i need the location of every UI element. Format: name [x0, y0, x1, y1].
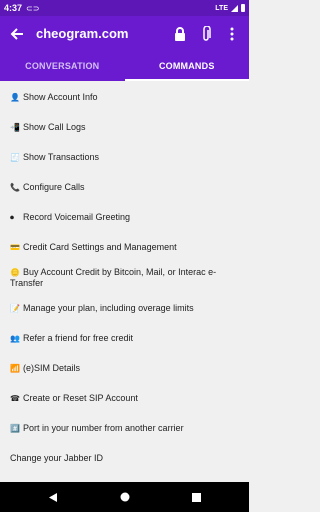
command-label: Port in your number from another carrier: [23, 423, 184, 433]
record-icon: ⏺: [10, 213, 14, 222]
command-item[interactable]: ☎ Create or Reset SIP Account: [10, 393, 242, 404]
command-label: Create or Reset SIP Account: [23, 393, 138, 403]
battery-icon: [241, 4, 245, 12]
phone-icon: 📞: [10, 183, 20, 192]
status-bar: 4:37 ⊂⊃ LTE: [0, 0, 249, 16]
memo-icon: 📝: [10, 304, 20, 313]
command-item[interactable]: #️⃣ Port in your number from another carr…: [10, 423, 242, 434]
overflow-menu-button[interactable]: [219, 16, 245, 51]
nav-home-icon: [120, 492, 129, 502]
nav-recents-icon: [192, 492, 201, 502]
more-vert-icon: [230, 27, 234, 40]
attach-button[interactable]: [193, 16, 219, 51]
nav-back-button[interactable]: [17, 482, 89, 512]
command-item[interactable]: 👤 Show Account Info: [10, 92, 242, 103]
telephone-icon: ☎: [10, 394, 20, 403]
link-icon: ⊂⊃: [26, 3, 40, 13]
paperclip-icon: [203, 25, 211, 41]
command-item[interactable]: 📶 (e)SIM Details: [10, 363, 242, 374]
command-item[interactable]: 🧾 Show Transactions: [10, 152, 242, 163]
tab-commands[interactable]: COMMANDS: [124, 51, 250, 81]
command-item[interactable]: 📞 Configure Calls: [10, 182, 242, 193]
command-label: Show Account Info: [23, 92, 98, 102]
command-item[interactable]: Change your Jabber ID: [10, 453, 242, 464]
command-label: Manage your plan, including overage limi…: [23, 303, 194, 313]
receipt-icon: 🧾: [10, 153, 20, 162]
coin-icon: 🪙: [10, 268, 20, 277]
toolbar-actions: [167, 16, 245, 51]
command-label: Credit Card Settings and Management: [23, 242, 177, 252]
page-title: cheogram.com: [36, 26, 129, 41]
account-icon: 👤: [10, 93, 20, 102]
command-label: Record Voicemail Greeting: [23, 212, 131, 222]
command-item[interactable]: 👥 Refer a friend for free credit: [10, 333, 242, 344]
system-nav-bar: [0, 482, 249, 512]
back-button[interactable]: [0, 16, 34, 51]
people-icon: 👥: [10, 334, 20, 343]
network-type: LTE: [215, 4, 228, 12]
status-time: 4:37: [4, 3, 23, 13]
encryption-button[interactable]: [167, 16, 193, 51]
nav-recents-button[interactable]: [161, 482, 233, 512]
tab-conversation[interactable]: CONVERSATION: [0, 51, 125, 81]
back-arrow-icon: [10, 27, 23, 40]
hash-icon: #️⃣: [10, 424, 20, 433]
signal-bars-icon: 📶: [10, 364, 20, 373]
command-label: Buy Account Credit by Bitcoin, Mail, or …: [10, 267, 217, 288]
command-item[interactable]: 💳 Credit Card Settings and Management: [10, 242, 242, 253]
signal-icon: [231, 4, 238, 12]
command-label: (e)SIM Details: [23, 363, 81, 373]
command-item[interactable]: 🪙 Buy Account Credit by Bitcoin, Mail, or…: [10, 267, 242, 289]
commands-list: 👤 Show Account Info 📲 Show Call Logs 🧾 Show…: [0, 81, 249, 481]
command-label: Configure Calls: [23, 182, 85, 192]
command-label: Change your Jabber ID: [10, 453, 104, 463]
command-item[interactable]: 📝 Manage your plan, including overage lim…: [10, 303, 242, 314]
command-label: Show Call Logs: [23, 122, 86, 132]
call-log-icon: 📲: [10, 123, 20, 132]
command-item[interactable]: 📲 Show Call Logs: [10, 122, 242, 133]
command-item[interactable]: ⏺ Record Voicemail Greeting: [10, 212, 242, 223]
status-right: LTE: [215, 0, 245, 16]
command-label: Show Transactions: [23, 152, 100, 162]
nav-back-icon: [48, 492, 57, 502]
tab-bar: CONVERSATION COMMANDS: [0, 51, 249, 81]
nav-home-button[interactable]: [89, 482, 161, 512]
app-bar: cheogram.com: [0, 16, 249, 51]
lock-icon: [175, 26, 185, 41]
credit-card-icon: 💳: [10, 243, 20, 252]
command-label: Refer a friend for free credit: [23, 333, 134, 343]
